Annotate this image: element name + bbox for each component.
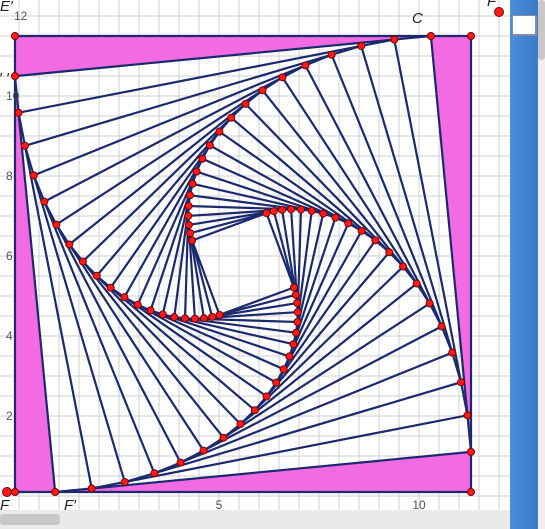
vertical-scrollbar-thumb[interactable] bbox=[538, 0, 545, 60]
y-tick-label: 4 bbox=[6, 329, 13, 343]
label-E-prime: E′ bbox=[0, 0, 13, 15]
sidebar-thumbnail-icon[interactable] bbox=[512, 15, 536, 35]
y-tick-label: 8 bbox=[6, 169, 13, 183]
y-tick-label: 2 bbox=[6, 409, 13, 423]
horizontal-scrollbar[interactable] bbox=[0, 510, 510, 529]
axis-top-value: 12 bbox=[14, 9, 27, 23]
plot-svg bbox=[0, 0, 510, 510]
sidebar-blue-strip bbox=[510, 0, 538, 529]
label-F-top: F bbox=[487, 0, 496, 10]
label-C: C bbox=[412, 10, 423, 27]
y-tick-label: 6 bbox=[6, 249, 13, 263]
horizontal-scrollbar-thumb[interactable] bbox=[0, 514, 60, 525]
plot-canvas[interactable]: 246810 510 12 E′ F C ′ ′ F F′ bbox=[0, 0, 510, 510]
right-sidebar: 050_ bbox=[510, 0, 545, 529]
vertical-scrollbar[interactable] bbox=[538, 0, 545, 529]
label-double-prime: ′ ′ bbox=[0, 70, 9, 87]
app-stage: 246810 510 12 E′ F C ′ ′ F F′ 050_ bbox=[0, 0, 545, 529]
y-tick-label: 10 bbox=[6, 89, 19, 103]
